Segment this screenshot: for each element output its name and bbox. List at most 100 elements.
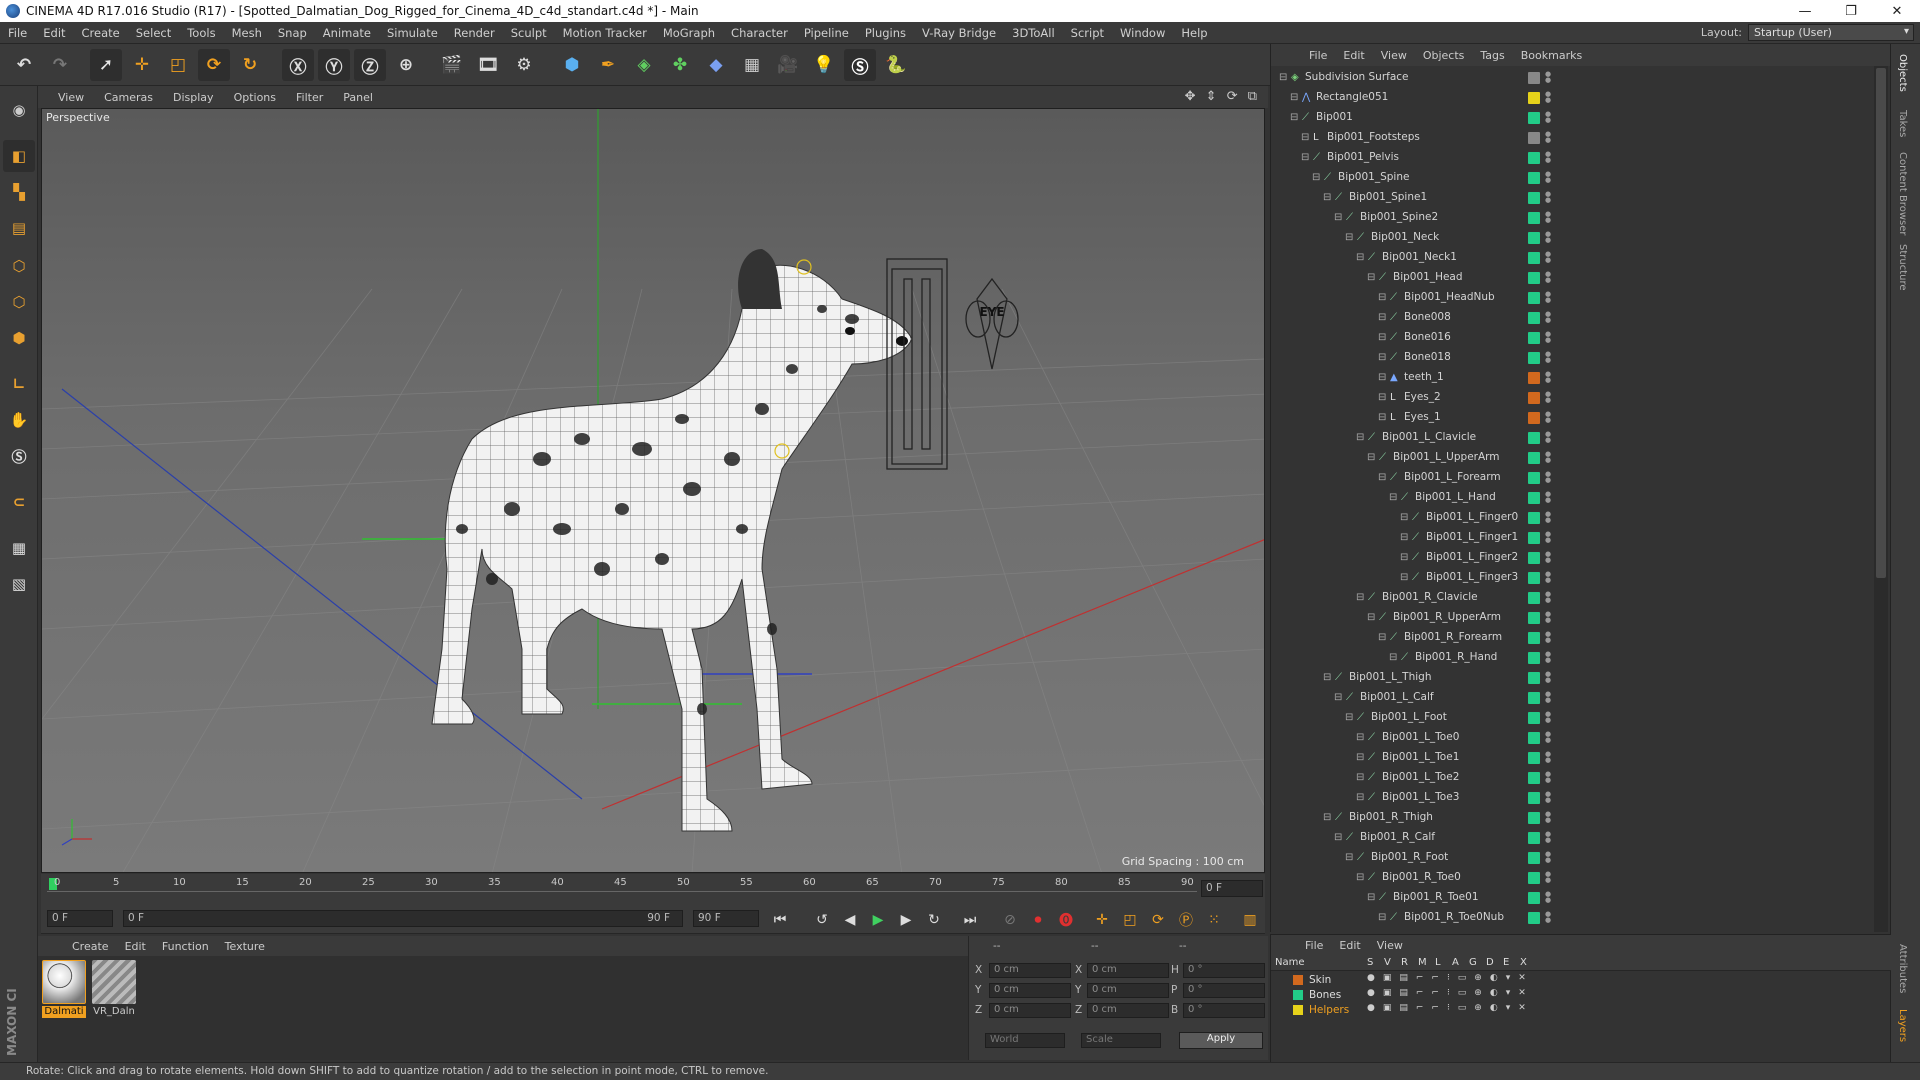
cube-icon[interactable]: ⬢	[556, 49, 588, 81]
visibility-dots-icon[interactable]: ● ●	[1545, 791, 1551, 804]
expand-toggle-icon[interactable]: ⊟	[1356, 592, 1368, 604]
expand-toggle-icon[interactable]: ⊟	[1334, 832, 1346, 844]
visibility-dots-icon[interactable]: ● ●	[1545, 491, 1551, 504]
visibility-dots-icon[interactable]: ● ●	[1545, 451, 1551, 464]
layer-color-tag[interactable]	[1528, 132, 1540, 144]
expand-toggle-icon[interactable]: ⊟	[1400, 512, 1412, 524]
layer-color-tag[interactable]	[1528, 392, 1540, 404]
layer-color-tag[interactable]	[1528, 852, 1540, 864]
layer-color-tag[interactable]	[1528, 572, 1540, 584]
visibility-dots-icon[interactable]: ● ●	[1545, 271, 1551, 284]
vray-icon[interactable]: Ⓢ	[844, 49, 876, 81]
expand-toggle-icon[interactable]: ⊟	[1356, 252, 1368, 264]
timeline-window-icon[interactable]: ▥	[1239, 909, 1261, 931]
objects-menu-tags[interactable]: Tags	[1472, 49, 1512, 62]
model-mode-icon[interactable]: ◧	[3, 140, 35, 172]
array-icon[interactable]: ✤	[664, 49, 696, 81]
menu-animate[interactable]: Animate	[315, 26, 379, 40]
tab-layers[interactable]: Layers	[1897, 1009, 1908, 1042]
layer-color-tag[interactable]	[1528, 872, 1540, 884]
visibility-dots-icon[interactable]: ● ●	[1545, 371, 1551, 384]
layer-color-tag[interactable]	[1528, 512, 1540, 524]
expand-toggle-icon[interactable]: ⊟	[1301, 152, 1313, 164]
layer-color-tag[interactable]	[1528, 552, 1540, 564]
visibility-dots-icon[interactable]: ● ●	[1545, 91, 1551, 104]
position-z-field[interactable]: 0 cm	[989, 1003, 1071, 1018]
layer-color-tag[interactable]	[1528, 532, 1540, 544]
viewport-menu-display[interactable]: Display	[163, 91, 224, 104]
object-row[interactable]: ⊟ ⟋ Bip001_L_Toe2 ● ●	[1271, 768, 1873, 788]
layer-color-tag[interactable]	[1528, 112, 1540, 124]
expand-toggle-icon[interactable]: ⊟	[1356, 752, 1368, 764]
visibility-dots-icon[interactable]: ● ●	[1545, 131, 1551, 144]
edit-render-settings-icon[interactable]: ⚙	[508, 49, 540, 81]
expand-toggle-icon[interactable]: ⊟	[1356, 432, 1368, 444]
layer-color-tag[interactable]	[1528, 812, 1540, 824]
floor-icon[interactable]: ▦	[736, 49, 768, 81]
expand-toggle-icon[interactable]: ⊟	[1290, 112, 1302, 124]
expand-toggle-icon[interactable]: ⊟	[1290, 92, 1302, 104]
visibility-dots-icon[interactable]: ● ●	[1545, 571, 1551, 584]
layer-color-tag[interactable]	[1528, 772, 1540, 784]
object-row[interactable]: ⊟ ⟋ Bip001_L_Toe0 ● ●	[1271, 728, 1873, 748]
object-row[interactable]: ⊟ ⟋ Bip001_L_Finger3 ● ●	[1271, 568, 1873, 588]
menu-window[interactable]: Window	[1112, 26, 1173, 40]
object-row[interactable]: ⊟ ⟋ Bip001_Spine1 ● ●	[1271, 188, 1873, 208]
layer-color-tag[interactable]	[1528, 92, 1540, 104]
layer-row-skin[interactable]: Skin ●▣▤⌐⌐⁝▭⊕◐▾✕	[1271, 973, 1891, 988]
menu-help[interactable]: Help	[1173, 26, 1215, 40]
menu-pipeline[interactable]: Pipeline	[796, 26, 857, 40]
material-swatch-dalmatian[interactable]	[42, 960, 86, 1004]
layer-color-tag[interactable]	[1528, 452, 1540, 464]
previous-frame-icon[interactable]: ◀	[839, 909, 861, 931]
minimize-button[interactable]: —	[1782, 0, 1828, 22]
expand-toggle-icon[interactable]: ⊟	[1400, 532, 1412, 544]
layer-color-tag[interactable]	[1528, 832, 1540, 844]
visibility-dots-icon[interactable]: ● ●	[1545, 391, 1551, 404]
render-picture-viewer-icon[interactable]: 🎞	[472, 49, 504, 81]
menu-mesh[interactable]: Mesh	[224, 26, 270, 40]
layer-color-tag[interactable]	[1528, 152, 1540, 164]
layers-menu-edit[interactable]: Edit	[1331, 939, 1368, 952]
size-z-field[interactable]: 0 cm	[1087, 1003, 1169, 1018]
expand-toggle-icon[interactable]: ⊟	[1378, 332, 1390, 344]
expand-toggle-icon[interactable]: ⊟	[1378, 372, 1390, 384]
visibility-dots-icon[interactable]: ● ●	[1545, 251, 1551, 264]
object-row[interactable]: ⊟ ⟋ Bone018 ● ●	[1271, 348, 1873, 368]
record-point-level-icon[interactable]: ⁙	[1203, 909, 1225, 931]
menu-plugins[interactable]: Plugins	[857, 26, 914, 40]
visibility-dots-icon[interactable]: ● ●	[1545, 151, 1551, 164]
workplane-mode-icon[interactable]: ▤	[3, 212, 35, 244]
visibility-dots-icon[interactable]: ● ●	[1545, 671, 1551, 684]
position-y-field[interactable]: 0 cm	[989, 983, 1071, 998]
go-to-end-icon[interactable]: ⏭	[959, 909, 981, 931]
visibility-dots-icon[interactable]: ● ●	[1545, 651, 1551, 664]
visibility-dots-icon[interactable]: ● ●	[1545, 411, 1551, 424]
timeline-ruler[interactable]: 0 5 10 15 20 25 30 35 40 45 50 55 60 65 …	[41, 874, 1265, 904]
tab-takes[interactable]: Takes	[1897, 110, 1908, 137]
rotate-icon[interactable]: ⟳	[198, 49, 230, 81]
object-row[interactable]: ⊟ ⟋ Bone008 ● ●	[1271, 308, 1873, 328]
menu-vray-bridge[interactable]: V-Ray Bridge	[914, 26, 1004, 40]
render-view-icon[interactable]: 🎬	[436, 49, 468, 81]
object-row[interactable]: ⊟ ⟋ Bip001_L_Toe1 ● ●	[1271, 748, 1873, 768]
recent-tool-icon[interactable]: ↻	[234, 49, 266, 81]
object-row[interactable]: ⊟ ⟋ Bip001_L_Finger0 ● ●	[1271, 508, 1873, 528]
perspective-viewport[interactable]: EYE Perspective Grid Spacing : 100 cm	[41, 108, 1265, 873]
menu-file[interactable]: File	[0, 26, 35, 40]
layer-color-tag[interactable]	[1528, 412, 1540, 424]
layer-color-tag[interactable]	[1528, 332, 1540, 344]
magnet-icon[interactable]: ⊂	[3, 486, 35, 518]
tab-attributes[interactable]: Attributes	[1897, 944, 1908, 993]
layer-color-tag[interactable]	[1528, 372, 1540, 384]
object-row[interactable]: ⊟ ⋀ Rectangle051 ● ●	[1271, 88, 1873, 108]
expand-toggle-icon[interactable]: ⊟	[1345, 712, 1357, 724]
position-x-field[interactable]: 0 cm	[989, 963, 1071, 978]
expand-toggle-icon[interactable]: ⊟	[1334, 212, 1346, 224]
expand-toggle-icon[interactable]: ⊟	[1356, 792, 1368, 804]
expand-toggle-icon[interactable]: ⊟	[1378, 392, 1390, 404]
object-row[interactable]: ⊟ ⟋ Bip001_Neck1 ● ●	[1271, 248, 1873, 268]
record-parameter-icon[interactable]: Ⓟ	[1175, 909, 1197, 931]
visibility-dots-icon[interactable]: ● ●	[1545, 211, 1551, 224]
layer-color-tag[interactable]	[1528, 192, 1540, 204]
